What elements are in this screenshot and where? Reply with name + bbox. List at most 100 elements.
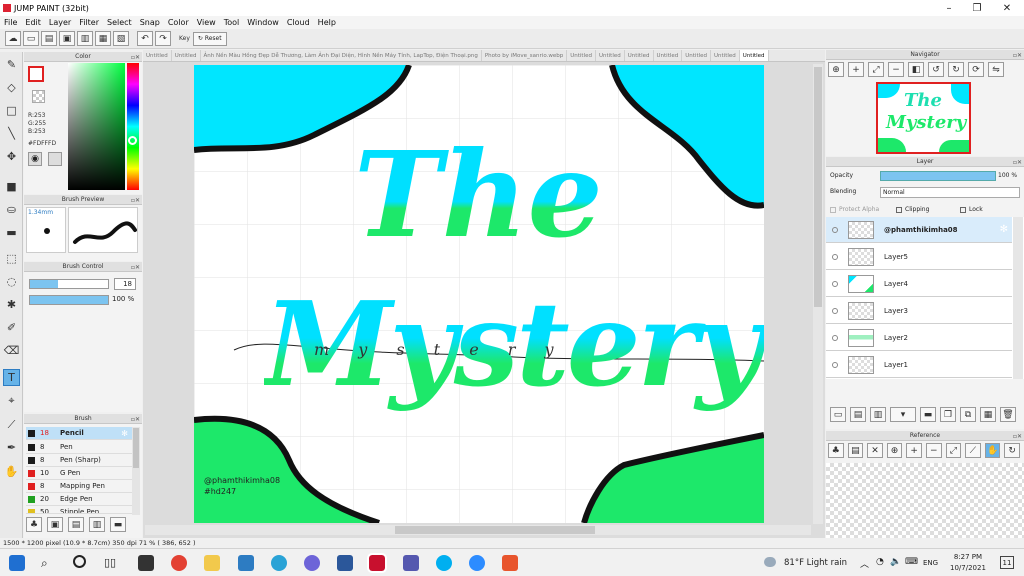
notification-icon[interactable]: 11 [1000,556,1014,569]
brush-new-icon[interactable]: ▤ [68,517,84,532]
layer-row[interactable]: Layer5 [826,244,1012,270]
rect-select-icon[interactable]: ⬚ [3,250,20,267]
palette-icon[interactable]: ◉ [28,152,42,166]
start-icon[interactable] [9,555,25,571]
delete-layer-icon[interactable]: 🗑 [1000,407,1016,422]
menu-snap[interactable]: Snap [136,18,164,27]
panel-close-icon[interactable]: ▫✕ [131,53,140,63]
doc-tab[interactable]: Photo by iMove_sanrio.webp [482,50,568,61]
network-icon[interactable]: ◔ [876,557,884,567]
zoom-in-icon[interactable]: + [906,443,922,458]
save-icon[interactable]: ▣ [59,31,75,46]
lasso-select-icon[interactable]: ◌ [3,273,20,290]
menu-file[interactable]: File [0,18,21,27]
rotate-left-icon[interactable]: ↺ [928,62,944,77]
jump-paint-icon[interactable] [367,553,387,573]
brush-item-stipple-pen[interactable]: 50 Stipple Pen [26,506,132,514]
select-eraser-icon[interactable]: ⌫ [3,342,20,359]
brush-item-pen[interactable]: 8 Pen [26,441,132,454]
zoom-fit-icon[interactable]: ⤢ [868,62,884,77]
brush-size-slider[interactable] [29,279,109,289]
properties-icon[interactable]: ▦ [95,31,111,46]
canvas-vscroll[interactable] [813,64,823,524]
sub-color-swatch[interactable] [32,90,45,103]
new-layer-icon[interactable]: ▭ [830,407,846,422]
redo-icon[interactable]: ↷ [155,31,171,46]
visibility-icon[interactable] [832,362,838,368]
clock[interactable]: 8:27 PM 10/7/2021 [950,552,986,574]
main-color-swatch[interactable] [28,66,44,82]
layer-row[interactable]: Layer4 [826,271,1012,297]
minimize-button[interactable]: – [934,0,964,16]
reset-button[interactable]: ↻ Reset [192,31,227,46]
panel-close-icon[interactable]: ▫✕ [1013,158,1022,168]
doc-tab[interactable]: Untitled [711,50,740,61]
zoom-in-icon[interactable]: + [848,62,864,77]
fit-icon[interactable]: ⤢ [945,443,962,458]
zoom-out-icon[interactable]: − [888,62,904,77]
visibility-icon[interactable] [832,281,838,287]
menu-filter[interactable]: Filter [75,18,103,27]
close-button[interactable]: ✕ [992,0,1022,16]
zoom-icon[interactable]: ⊕ [828,62,844,77]
skype-icon[interactable] [436,555,452,571]
clear-layer-icon[interactable]: ▦ [980,407,996,422]
doc-tab[interactable]: Untitled [143,50,172,61]
brush-item-mapping-pen[interactable]: 8 Mapping Pen [26,480,132,493]
rotate-icon[interactable]: ↻ [1004,443,1020,458]
doc-tab[interactable]: Untitled [172,50,201,61]
pen-nib-tool-icon[interactable]: ✒ [3,439,20,456]
panel-close-icon[interactable]: ▫✕ [1013,432,1022,442]
doc-tab[interactable]: Untitled [682,50,712,61]
merge-layer-icon[interactable]: ⧉ [960,407,976,422]
new-layer-8bit-icon[interactable]: ▥ [870,407,886,422]
move-tool-icon[interactable]: ✥ [3,148,20,165]
brush-list-scrollbar[interactable] [132,427,140,515]
swatch-toggle-icon[interactable] [48,152,62,166]
ime-icon[interactable]: ⌨ [905,557,918,567]
select-pen-icon[interactable]: ✐ [3,319,20,336]
new-file-icon[interactable]: ▭ [23,31,39,46]
actual-size-icon[interactable]: ◧ [908,62,924,77]
brush-item-g-pen[interactable]: 10 G Pen [26,467,132,480]
grid-icon[interactable]: ▧ [113,31,129,46]
menu-window[interactable]: Window [243,18,283,27]
close-image-icon[interactable]: ✕ [867,443,883,458]
hand-tool-icon[interactable]: ✋ [3,463,20,480]
eraser-tool-icon[interactable]: ◇ [3,79,20,96]
operation-tool-icon[interactable]: ⌖ [3,392,20,409]
language-indicator[interactable]: ENG [923,559,938,567]
menu-cloud[interactable]: Cloud [283,18,314,27]
eyedropper-tool-icon[interactable]: ⟋ [3,416,20,433]
zoom-out-icon[interactable]: − [925,443,942,458]
menu-edit[interactable]: Edit [21,18,45,27]
pen-tool-icon[interactable]: ✎ [3,56,20,73]
tree-icon[interactable]: ♣ [828,443,844,458]
magic-wand-icon[interactable]: ✱ [3,296,20,313]
panel-close-icon[interactable]: ▫✕ [131,196,140,206]
rotate-right-icon[interactable]: ↻ [948,62,964,77]
mail-icon[interactable] [238,555,254,571]
visibility-icon[interactable] [832,254,838,260]
tree-icon[interactable]: ♣ [26,517,42,532]
undo-icon[interactable]: ↶ [137,31,153,46]
messenger-icon[interactable] [304,555,320,571]
doc-tab[interactable]: Untitled [567,50,596,61]
task-view-icon[interactable]: ▯▯ [104,556,116,569]
edge-icon[interactable] [271,555,287,571]
visibility-icon[interactable] [832,227,838,233]
file-explorer-icon[interactable] [204,555,220,571]
eyedropper-icon[interactable]: ⟋ [965,443,981,458]
rotate-reset-icon[interactable]: ⟳ [968,62,984,77]
folder-add-icon[interactable]: ▣ [47,517,63,532]
copy-layer-icon[interactable]: ❐ [940,407,956,422]
brush-opacity-slider[interactable] [29,295,109,305]
menu-tool[interactable]: Tool [220,18,244,27]
saturation-value-picker[interactable] [68,63,125,190]
line-tool-icon[interactable]: ╲ [3,125,20,142]
navigator-thumbnail[interactable]: The Mystery [876,82,971,154]
open-file-icon[interactable]: ▤ [41,31,57,46]
hand-icon[interactable]: ✋ [984,443,1001,458]
visibility-icon[interactable] [832,308,838,314]
cortana-icon[interactable] [73,555,86,568]
